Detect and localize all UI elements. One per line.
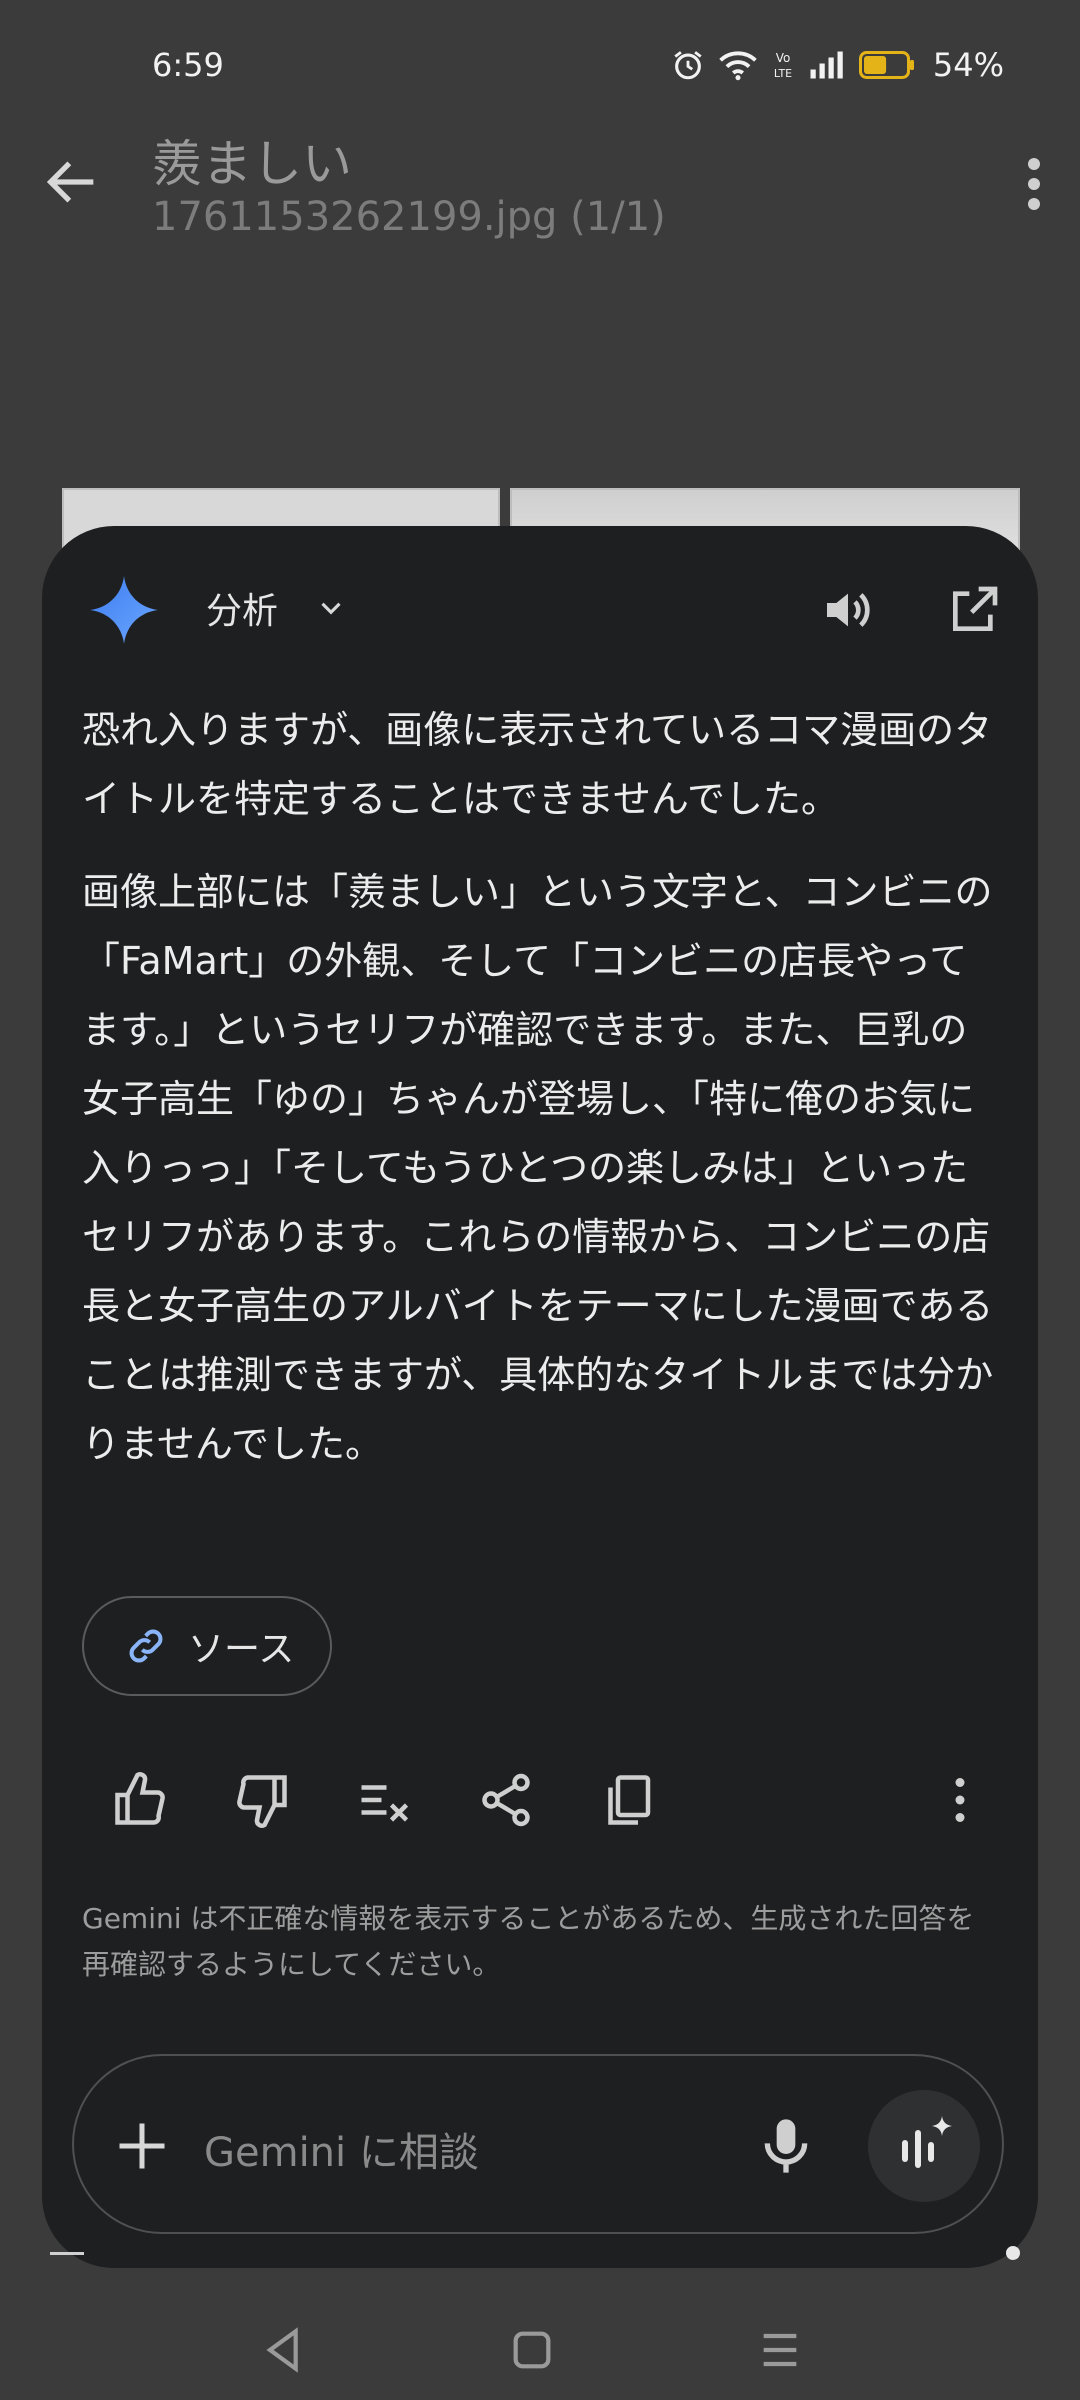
speaker-icon[interactable] — [820, 582, 876, 638]
chevron-down-icon — [321, 602, 341, 615]
thumb-up-icon[interactable] — [110, 1770, 170, 1830]
double-check-icon[interactable] — [354, 1770, 414, 1830]
underlying-ui-dot — [1006, 2246, 1020, 2260]
link-icon — [129, 1629, 163, 1663]
system-nav-bar — [0, 2300, 1080, 2400]
mode-selector[interactable]: 分析 — [206, 582, 348, 634]
status-time: 6:59 — [152, 46, 224, 84]
sheet-header: 分析 — [42, 526, 1038, 686]
status-icons: Vo LTE 54% — [671, 46, 1004, 84]
response-text: 恐れ入りますが、画像に表示されているコマ漫画のタイトルを特定することはできません… — [82, 696, 1000, 1503]
more-vert-icon[interactable] — [1010, 152, 1058, 216]
source-button[interactable]: ソース — [82, 1596, 332, 1696]
back-arrow-icon[interactable] — [40, 150, 104, 214]
svg-text:Vo: Vo — [776, 51, 791, 65]
nav-back-icon[interactable] — [256, 2322, 312, 2378]
source-label: ソース — [188, 1629, 295, 1670]
response-actions — [110, 1770, 990, 1840]
page-subtitle: 1761153262199.jpg (1/1) — [152, 194, 666, 240]
gemini-live-button[interactable] — [868, 2090, 980, 2202]
gemini-sparkle-icon — [90, 576, 158, 644]
prompt-input[interactable]: Gemini に相談 — [204, 2120, 479, 2178]
mode-label: 分析 — [206, 591, 279, 632]
mic-icon[interactable] — [754, 2114, 818, 2178]
gemini-sheet: 分析 恐れ入りますが、画像に表示されているコマ漫画のタイトルを特定することはでき… — [42, 526, 1038, 2268]
nav-home-icon[interactable] — [504, 2322, 560, 2378]
thumb-down-icon[interactable] — [232, 1770, 292, 1830]
open-external-icon[interactable] — [946, 582, 1002, 638]
wifi-icon — [719, 51, 757, 81]
plus-icon[interactable] — [112, 2116, 172, 2176]
svg-text:LTE: LTE — [774, 67, 792, 80]
response-paragraph: 恐れ入りますが、画像に表示されているコマ漫画のタイトルを特定することはできません… — [82, 708, 993, 821]
battery-percent: 54% — [932, 46, 1004, 84]
prompt-input-bar[interactable]: Gemini に相談 — [72, 2054, 1004, 2234]
gemini-live-icon — [902, 2116, 952, 2168]
disclaimer: Gemini は不正確な情報を表示することがあるため、生成された回答を再確認する… — [82, 1902, 975, 1981]
page-title: 羨ましい — [152, 135, 352, 193]
underlying-ui-fragment — [50, 2252, 84, 2255]
app-bar: 羨ましい 1761153262199.jpg (1/1) — [0, 110, 1080, 260]
response-paragraph: 画像上部には「羨ましい」という文字と、コンビニの「FaMart」の外観、そして「… — [82, 870, 994, 1466]
copy-icon[interactable] — [598, 1770, 658, 1830]
nav-recents-icon[interactable] — [752, 2322, 808, 2378]
more-vert-icon[interactable] — [930, 1770, 990, 1830]
signal-icon — [810, 51, 843, 79]
volte-icon: Vo LTE — [774, 51, 792, 80]
alarm-icon — [674, 51, 702, 80]
share-icon[interactable] — [476, 1770, 536, 1830]
battery-icon — [858, 51, 914, 79]
